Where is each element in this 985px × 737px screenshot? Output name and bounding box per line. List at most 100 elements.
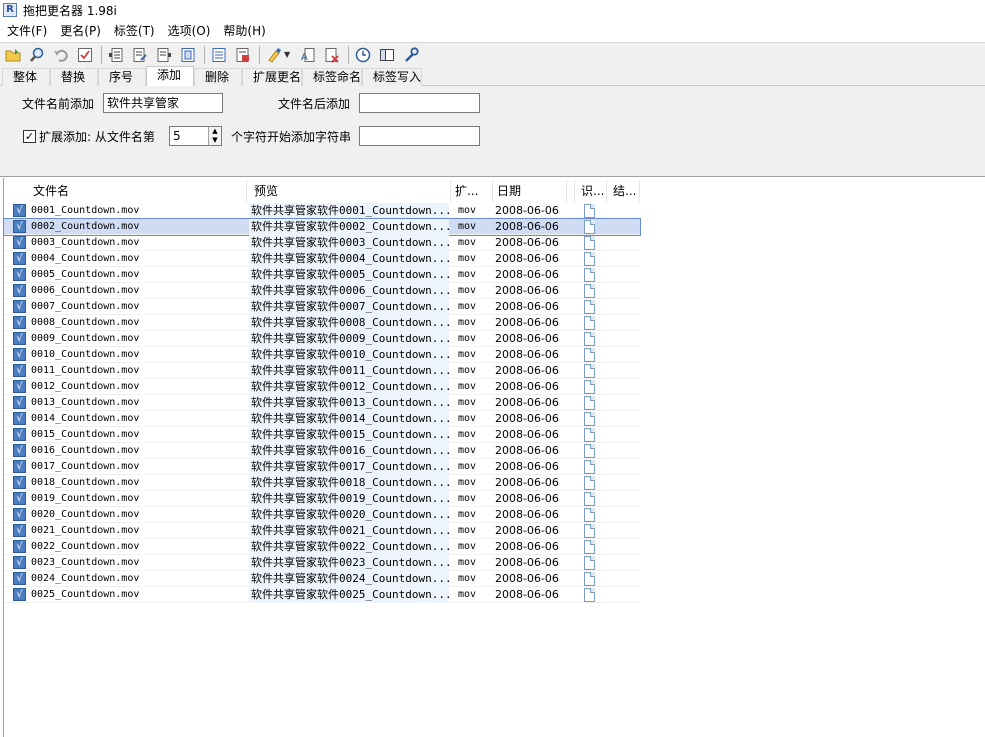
col-preview[interactable]: 预览 (247, 180, 451, 202)
tab-sequence[interactable]: 序号 (98, 68, 146, 86)
row-checkbox[interactable]: √ (13, 444, 26, 457)
doc-a-icon[interactable]: A (298, 45, 318, 65)
table-row[interactable]: √ 0008_Countdown.mov 软件共享管家软件0008_Countdow… (4, 315, 640, 331)
table-row[interactable]: √ 0007_Countdown.mov 软件共享管家软件0007_Countdow… (4, 299, 640, 315)
table-row[interactable]: √ 0013_Countdown.mov 软件共享管家软件0013_Countdow… (4, 395, 640, 411)
suffix-input[interactable] (359, 93, 480, 113)
table-row[interactable]: √ 0023_Countdown.mov 软件共享管家软件0023_Countdow… (4, 555, 640, 571)
panel-icon[interactable] (377, 45, 397, 65)
col-result[interactable]: 结... (607, 180, 640, 202)
table-row[interactable]: √ 0001_Countdown.mov 软件共享管家软件0001_Countdow… (4, 203, 640, 219)
row-checkbox[interactable]: √ (13, 252, 26, 265)
row-checkbox[interactable]: √ (13, 460, 26, 473)
table-row[interactable]: √ 0003_Countdown.mov 软件共享管家软件0003_Countdow… (4, 235, 640, 251)
tools-icon[interactable] (401, 45, 421, 65)
doc-red-icon[interactable] (233, 45, 253, 65)
row-checkbox[interactable]: √ (13, 476, 26, 489)
tab-tag-write[interactable]: 标签写入 (362, 68, 422, 86)
table-row[interactable]: √ 0004_Countdown.mov 软件共享管家软件0004_Countdow… (4, 251, 640, 267)
folder-open-icon[interactable] (3, 45, 23, 65)
paint-icon[interactable] (264, 45, 284, 65)
doc-frame-icon[interactable] (178, 45, 198, 65)
ext-string-input[interactable] (359, 126, 480, 146)
row-date: 2008-06-06 (495, 236, 559, 249)
doc-left-icon[interactable] (106, 45, 126, 65)
doc-x-icon[interactable] (322, 45, 342, 65)
menu-help[interactable]: 帮助(H) (218, 21, 270, 41)
file-list[interactable]: 文件名 预览 扩... 日期 识... 结... √ 0001_Countdown… (3, 178, 985, 737)
stepper-down-icon[interactable]: ▼ (209, 136, 221, 145)
chevron-down-icon[interactable]: ▼ (284, 50, 294, 59)
table-row[interactable]: √ 0014_Countdown.mov 软件共享管家软件0014_Countdow… (4, 411, 640, 427)
checkbox-icon[interactable] (75, 45, 95, 65)
col-date[interactable]: 日期 (493, 180, 567, 202)
row-checkbox[interactable]: √ (13, 572, 26, 585)
row-checkbox[interactable]: √ (13, 412, 26, 425)
row-checkbox[interactable]: √ (13, 524, 26, 537)
table-row[interactable]: √ 0021_Countdown.mov 软件共享管家软件0021_Countdow… (4, 523, 640, 539)
row-ext: mov (458, 429, 477, 440)
menu-rename[interactable]: 更名(P) (55, 21, 106, 41)
row-ext: mov (458, 301, 477, 312)
table-row[interactable]: √ 0016_Countdown.mov 软件共享管家软件0016_Countdow… (4, 443, 640, 459)
row-checkbox[interactable]: √ (13, 268, 26, 281)
row-checkbox[interactable]: √ (13, 492, 26, 505)
tab-delete[interactable]: 删除 (194, 68, 242, 86)
table-row[interactable]: √ 0012_Countdown.mov 软件共享管家软件0012_Countdow… (4, 379, 640, 395)
table-row[interactable]: √ 0009_Countdown.mov 软件共享管家软件0009_Countdow… (4, 331, 640, 347)
row-checkbox[interactable]: √ (13, 380, 26, 393)
stepper-up-icon[interactable]: ▲ (209, 127, 221, 136)
table-row[interactable]: √ 0017_Countdown.mov 软件共享管家软件0017_Countdow… (4, 459, 640, 475)
table-row[interactable]: √ 0006_Countdown.mov 软件共享管家软件0006_Countdow… (4, 283, 640, 299)
doc-right-icon[interactable] (154, 45, 174, 65)
list-icon[interactable] (209, 45, 229, 65)
clock-icon[interactable] (353, 45, 373, 65)
menu-options[interactable]: 选项(O) (163, 21, 216, 41)
position-stepper[interactable]: 5 ▲ ▼ (169, 126, 222, 146)
table-row[interactable]: √ 0018_Countdown.mov 软件共享管家软件0018_Countdow… (4, 475, 640, 491)
table-row[interactable]: √ 0020_Countdown.mov 软件共享管家软件0020_Countdow… (4, 507, 640, 523)
row-checkbox[interactable]: √ (13, 220, 26, 233)
table-row[interactable]: √ 0022_Countdown.mov 软件共享管家软件0022_Countdow… (4, 539, 640, 555)
col-ext[interactable]: 扩... (451, 180, 493, 202)
table-row[interactable]: √ 0011_Countdown.mov 软件共享管家软件0011_Countdow… (4, 363, 640, 379)
table-row[interactable]: √ 0019_Countdown.mov 软件共享管家软件0019_Countdow… (4, 491, 640, 507)
row-checkbox[interactable]: √ (13, 396, 26, 409)
row-checkbox[interactable]: √ (13, 284, 26, 297)
row-checkbox[interactable]: √ (13, 316, 26, 329)
row-checkbox[interactable]: √ (13, 204, 26, 217)
undo-icon[interactable] (51, 45, 71, 65)
table-row[interactable]: √ 0015_Countdown.mov 软件共享管家软件0015_Countdow… (4, 427, 640, 443)
row-checkbox[interactable]: √ (13, 348, 26, 361)
row-ext: mov (458, 269, 477, 280)
row-checkbox[interactable]: √ (13, 236, 26, 249)
col-spacer[interactable] (567, 180, 575, 202)
tab-add[interactable]: 添加 (146, 66, 194, 87)
menu-file[interactable]: 文件(F) (2, 21, 52, 41)
menu-tags[interactable]: 标签(T) (109, 21, 160, 41)
tab-extended-rename[interactable]: 扩展更名 (242, 68, 302, 86)
row-checkbox[interactable]: √ (13, 556, 26, 569)
row-checkbox[interactable]: √ (13, 508, 26, 521)
ext-add-checkbox[interactable]: ✓ (23, 130, 36, 143)
col-filename[interactable]: 文件名 (4, 180, 247, 202)
table-row[interactable]: √ 0024_Countdown.mov 软件共享管家软件0024_Countdow… (4, 571, 640, 587)
tab-tag-naming[interactable]: 标签命名 (302, 68, 362, 86)
row-checkbox[interactable]: √ (13, 364, 26, 377)
row-checkbox[interactable]: √ (13, 588, 26, 601)
tab-overall[interactable]: 整体 (2, 68, 50, 86)
table-row[interactable]: √ 0002_Countdown.mov 软件共享管家软件0002_Countdow… (3, 218, 641, 236)
row-checkbox[interactable]: √ (13, 428, 26, 441)
search-icon[interactable] (27, 45, 47, 65)
table-row[interactable]: √ 0025_Countdown.mov 软件共享管家软件0025_Countdow… (4, 587, 640, 603)
table-row[interactable]: √ 0010_Countdown.mov 软件共享管家软件0010_Countdow… (4, 347, 640, 363)
table-row[interactable]: √ 0005_Countdown.mov 软件共享管家软件0005_Countdow… (4, 267, 640, 283)
tab-replace[interactable]: 替换 (50, 68, 98, 86)
row-checkbox[interactable]: √ (13, 332, 26, 345)
col-identify[interactable]: 识... (575, 180, 607, 202)
doc-edit-icon[interactable] (130, 45, 150, 65)
row-checkbox[interactable]: √ (13, 540, 26, 553)
stepper-arrows[interactable]: ▲ ▼ (208, 127, 221, 145)
row-checkbox[interactable]: √ (13, 300, 26, 313)
prefix-input[interactable]: 软件共享管家 (103, 93, 223, 113)
